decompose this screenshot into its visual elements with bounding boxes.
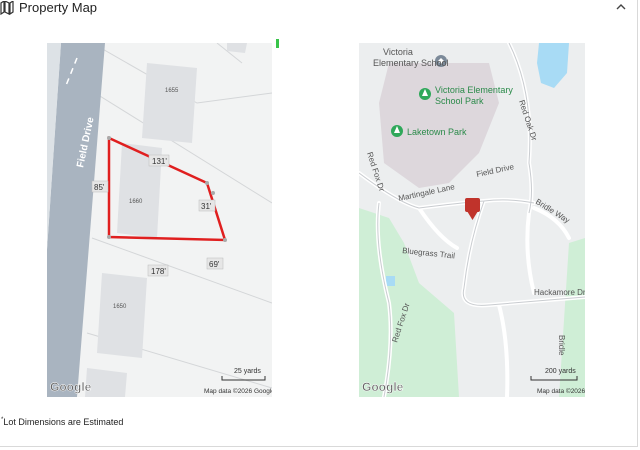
scale-bar-label: 200 yards (545, 368, 576, 375)
area-map[interactable]: Victoria Elementary School Victoria Eleme… (359, 43, 585, 397)
google-logo: Google (50, 380, 92, 394)
street-label: Bridle (557, 335, 566, 356)
map-book-icon (0, 1, 14, 15)
park-poi[interactable] (391, 125, 403, 137)
chevron-up-icon[interactable] (614, 0, 628, 14)
lot-dimensions-footnote: *Lot Dimensions are Estimated (1, 417, 123, 427)
map-attribution[interactable]: Map data ©2026 (537, 387, 585, 395)
footnote-text: Lot Dimensions are Estimated (3, 417, 124, 427)
lot-number: 1660 (129, 199, 143, 205)
poi-label-line: Victoria (383, 47, 413, 57)
dimension-label: 85' (91, 180, 109, 193)
dimension-label: 31' (198, 199, 216, 212)
scale-bar-label: 25 yards (234, 368, 261, 375)
google-logo: Google (362, 380, 404, 394)
lot-map-canvas: Field Drive 1655 1660 1650 131' 85' 31' … (47, 43, 272, 397)
svg-text:85': 85' (94, 183, 105, 192)
svg-text:69': 69' (209, 260, 220, 269)
lot-number: 1650 (113, 304, 127, 310)
poi-label: Laketown Park (407, 127, 467, 137)
panel-header[interactable]: Property Map (0, 0, 640, 18)
svg-text:131': 131' (152, 157, 167, 166)
status-indicator (276, 39, 279, 48)
lot-dimension-map[interactable]: Field Drive 1655 1660 1650 131' 85' 31' … (47, 43, 272, 397)
poi-label-line: School Park (435, 96, 484, 106)
lot-number: 1655 (165, 88, 179, 94)
dimension-label: 69' (206, 257, 224, 270)
dimension-label: 131' (148, 154, 170, 167)
svg-text:31': 31' (201, 202, 212, 211)
street-label: Hackamore Dr (534, 288, 585, 297)
map-attribution[interactable]: Map data ©2026 Google (204, 387, 272, 395)
park-poi[interactable] (419, 88, 431, 100)
poi-label-line: Victoria Elementary (435, 85, 513, 95)
panel-title: Property Map (19, 0, 98, 15)
dimension-label: 178' (147, 264, 169, 277)
area-map-canvas: Victoria Elementary School Victoria Eleme… (359, 43, 585, 397)
svg-text:178': 178' (151, 267, 166, 276)
property-map-panel: Property Map Field Drive 1655 1660 1650 … (0, 0, 638, 447)
poi-label-line: Elementary School (373, 58, 449, 68)
